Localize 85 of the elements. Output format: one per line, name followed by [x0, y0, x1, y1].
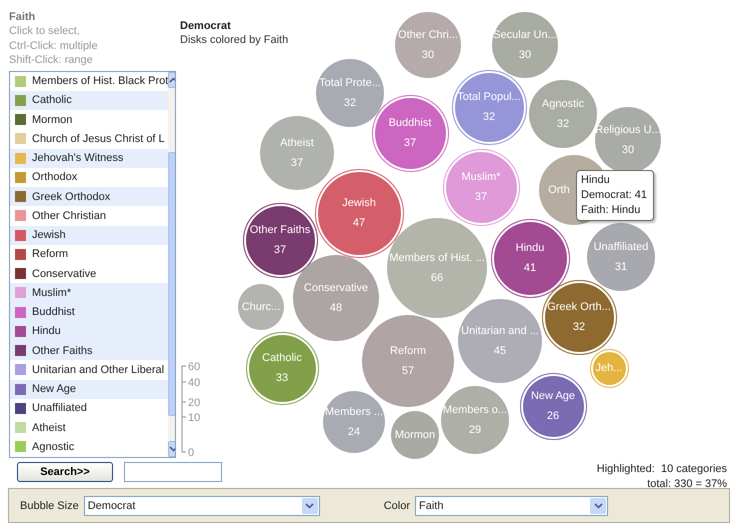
chart-title: Democrat	[180, 19, 231, 33]
bubble-value: 29	[468, 423, 482, 438]
list-item[interactable]: Conservative	[10, 264, 168, 284]
instruction-text: Shift-Click: range	[9, 53, 94, 68]
bubble-value: 26	[546, 409, 560, 424]
bubble-value: 41	[524, 261, 536, 276]
bubble-value: 47	[352, 216, 366, 231]
bubble-label: Religious U...	[595, 123, 661, 138]
search-button[interactable]: Search>>	[17, 462, 113, 482]
bubble-label: Total Popul...	[457, 90, 521, 105]
bubble[interactable]: New Age 26	[520, 372, 586, 440]
legend-tick-label: 0	[188, 447, 194, 458]
bubble[interactable]: Greek Orth... 32	[542, 280, 616, 354]
color-label: Color	[384, 500, 410, 512]
bubble-label: Conservative	[304, 281, 368, 296]
dropdown-button[interactable]	[302, 498, 318, 514]
bubble-label: Atheist	[280, 136, 314, 151]
bubble-value: 30	[622, 143, 634, 158]
list-item[interactable]: Muslim*	[10, 283, 168, 302]
bubble-value: 66	[430, 271, 444, 286]
color-select[interactable]: Faith	[415, 496, 608, 516]
bubble[interactable]: Other Faiths 37	[242, 202, 318, 278]
bubble[interactable]: Hindu 41	[490, 218, 570, 298]
bubble-value: 57	[402, 364, 414, 379]
bubble-label: Greek Orth...	[547, 300, 611, 315]
bubble-value: 31	[614, 260, 628, 275]
bubble-value: 24	[348, 425, 360, 440]
legend-tick-label: 20	[188, 397, 200, 409]
bubble-label: Agnostic	[542, 97, 584, 112]
tooltip-line: Hindu	[581, 173, 611, 188]
list-item[interactable]: New Age	[10, 380, 168, 399]
bubble-label: Unitarian and ...	[461, 324, 539, 339]
bubble-label: Total Prote...	[319, 76, 381, 91]
bubble-value: 37	[290, 156, 304, 171]
bubble-value: 32	[572, 320, 586, 335]
list-item[interactable]: Other Faiths	[10, 341, 168, 360]
bubble-label: Jeh...	[596, 361, 622, 376]
bubble-value: 37	[274, 243, 286, 258]
bubble[interactable]: Catholic 33	[246, 332, 318, 404]
bubble-value: 32	[344, 96, 356, 111]
bubble-size-select[interactable]: Democrat	[84, 496, 320, 516]
legend-tick-label: 40	[188, 377, 200, 389]
bubble-label: Buddhist	[388, 116, 432, 131]
panel-title: Faith	[9, 10, 36, 24]
bubble-size-label: Bubble Size	[20, 500, 79, 512]
bubble-value: 32	[556, 117, 570, 132]
dropdown-button[interactable]	[590, 498, 606, 514]
list-item[interactable]: Greek Orthodox	[10, 187, 168, 206]
bubble-label: Churc...	[242, 300, 280, 315]
chart-subtitle: Disks colored by Faith	[180, 33, 288, 47]
bubble-value: 48	[330, 301, 342, 316]
bubble-label: New Age	[530, 389, 576, 404]
total-summary: total: 330 = 37%	[647, 477, 727, 492]
bubble-value: 37	[474, 190, 488, 205]
bubble-label: Members ...	[324, 405, 384, 420]
bubble-label: Muslim*	[461, 170, 501, 185]
bubble-label: Orth	[548, 183, 570, 198]
bubble[interactable]: Buddhist 37	[372, 94, 448, 172]
bubble-label: Jewish	[342, 196, 376, 211]
bubble-label: Other Chri...	[398, 28, 458, 43]
bubble-label: Reform	[390, 344, 426, 359]
bubble-value: 30	[518, 48, 532, 63]
bubble-value: 30	[422, 48, 434, 63]
bubble-label: Secular Un...	[493, 28, 557, 43]
bubble-label: Hindu	[516, 241, 544, 256]
legend-tick-label: 10	[188, 412, 200, 424]
instruction-text: Click to select,	[9, 24, 81, 38]
bubble[interactable]: Total Popul... 32	[452, 70, 526, 144]
list-item[interactable]: Jewish	[10, 226, 168, 245]
bubble-label: Other Faiths	[250, 223, 310, 238]
bubble-value: 45	[494, 344, 506, 359]
list-item[interactable]: Buddhist	[10, 302, 168, 322]
bubble-label: Mormon	[394, 428, 436, 443]
bubble-label: Unaffiliated	[594, 240, 648, 255]
instruction-text: Ctrl-Click: multiple	[9, 38, 99, 53]
bubble-value: 37	[404, 136, 416, 151]
bubble-value: 33	[276, 371, 288, 386]
list-item[interactable]: Jehovah's Witness	[10, 148, 168, 168]
highlighted-summary: Highlighted: 10 categories	[596, 462, 727, 477]
legend-tick-label: 60	[188, 361, 200, 373]
list-item[interactable]: Hindu	[10, 322, 168, 341]
list-item[interactable]: Catholic	[10, 90, 168, 110]
search-field[interactable]	[124, 462, 222, 482]
bubble-label: Catholic	[262, 351, 302, 366]
bubble-value: 32	[482, 110, 496, 125]
